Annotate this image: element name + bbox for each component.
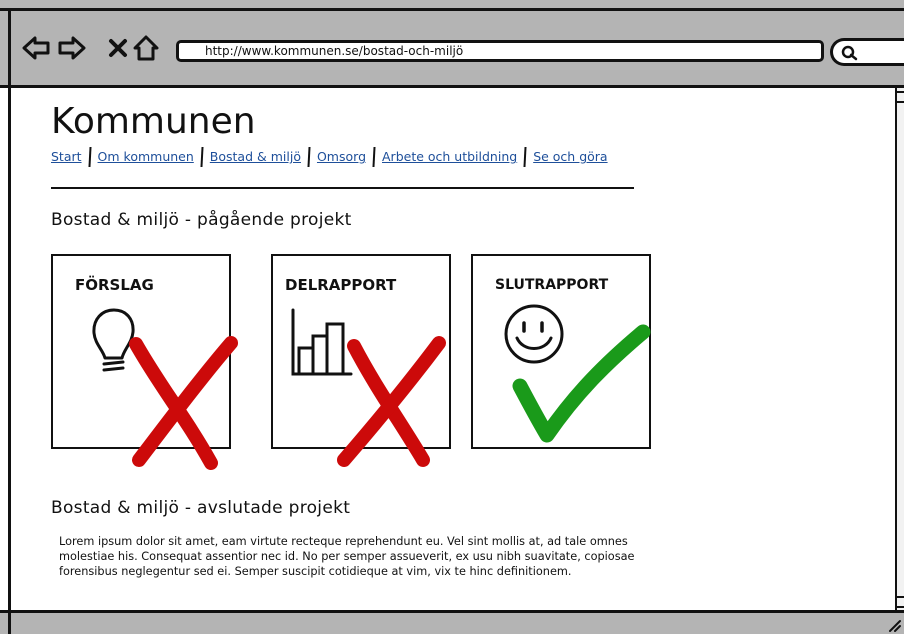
site-title: Kommunen [51, 101, 256, 142]
nav-link-omsorg[interactable]: Omsorg [317, 148, 366, 166]
address-bar[interactable]: http://www.kommunen.se/bostad-och-miljö [176, 40, 824, 62]
home-button[interactable] [132, 34, 160, 62]
browser-search-field[interactable] [830, 38, 904, 66]
smiley-icon [504, 304, 564, 364]
nav-link-se-och-gora[interactable]: Se och göra [533, 148, 607, 166]
home-icon [133, 35, 159, 61]
finished-projects-text: Lorem ipsum dolor sit amet, eam virtute … [59, 535, 635, 578]
card-title: FÖRSLAG [75, 276, 154, 294]
arrow-left-icon [22, 36, 50, 60]
bar-chart-icon [291, 308, 353, 376]
scroll-down-button[interactable] [897, 596, 904, 608]
header-divider [51, 187, 634, 189]
vertical-scrollbar[interactable] [895, 88, 904, 610]
project-card-slutrapport[interactable]: SLUTRAPPORT [471, 254, 651, 449]
arrow-right-icon [58, 36, 86, 60]
url-text: http://www.kommunen.se/bostad-och-miljö [205, 44, 464, 58]
card-title: DELRAPPORT [285, 276, 397, 294]
nav-link-arbete-utbildning[interactable]: Arbete och utbildning [382, 148, 517, 166]
back-button[interactable] [22, 34, 50, 62]
scroll-up-button[interactable] [897, 91, 904, 103]
nav-link-bostad-miljo[interactable]: Bostad & miljö [210, 148, 301, 166]
project-card-delrapport[interactable]: DELRAPPORT [271, 254, 451, 449]
status-bar [0, 610, 904, 634]
search-icon [841, 45, 858, 61]
window-border-left [8, 8, 11, 634]
nav-separator [200, 147, 204, 167]
stop-button[interactable] [104, 34, 132, 62]
nav-link-start[interactable]: Start [51, 148, 82, 166]
nav-separator [88, 147, 92, 167]
window-border-top [0, 8, 904, 11]
page-content: Kommunen Start Om kommunen Bostad & milj… [11, 88, 895, 610]
project-card-forslag[interactable]: FÖRSLAG [51, 254, 231, 449]
nav-separator [523, 147, 527, 167]
main-navigation: Start Om kommunen Bostad & miljö Omsorg … [51, 147, 608, 167]
card-title: SLUTRAPPORT [495, 277, 609, 293]
close-icon [109, 39, 127, 57]
finished-projects-heading: Bostad & miljö - avslutade projekt [51, 498, 351, 518]
browser-window: http://www.kommunen.se/bostad-och-miljö … [0, 0, 904, 634]
forward-button[interactable] [58, 34, 86, 62]
nav-separator [372, 147, 376, 167]
nav-link-om-kommunen[interactable]: Om kommunen [98, 148, 194, 166]
resize-grip-icon[interactable] [888, 617, 902, 633]
nav-separator [307, 147, 311, 167]
ongoing-projects-heading: Bostad & miljö - pågående projekt [51, 210, 352, 230]
lightbulb-icon [92, 308, 135, 372]
